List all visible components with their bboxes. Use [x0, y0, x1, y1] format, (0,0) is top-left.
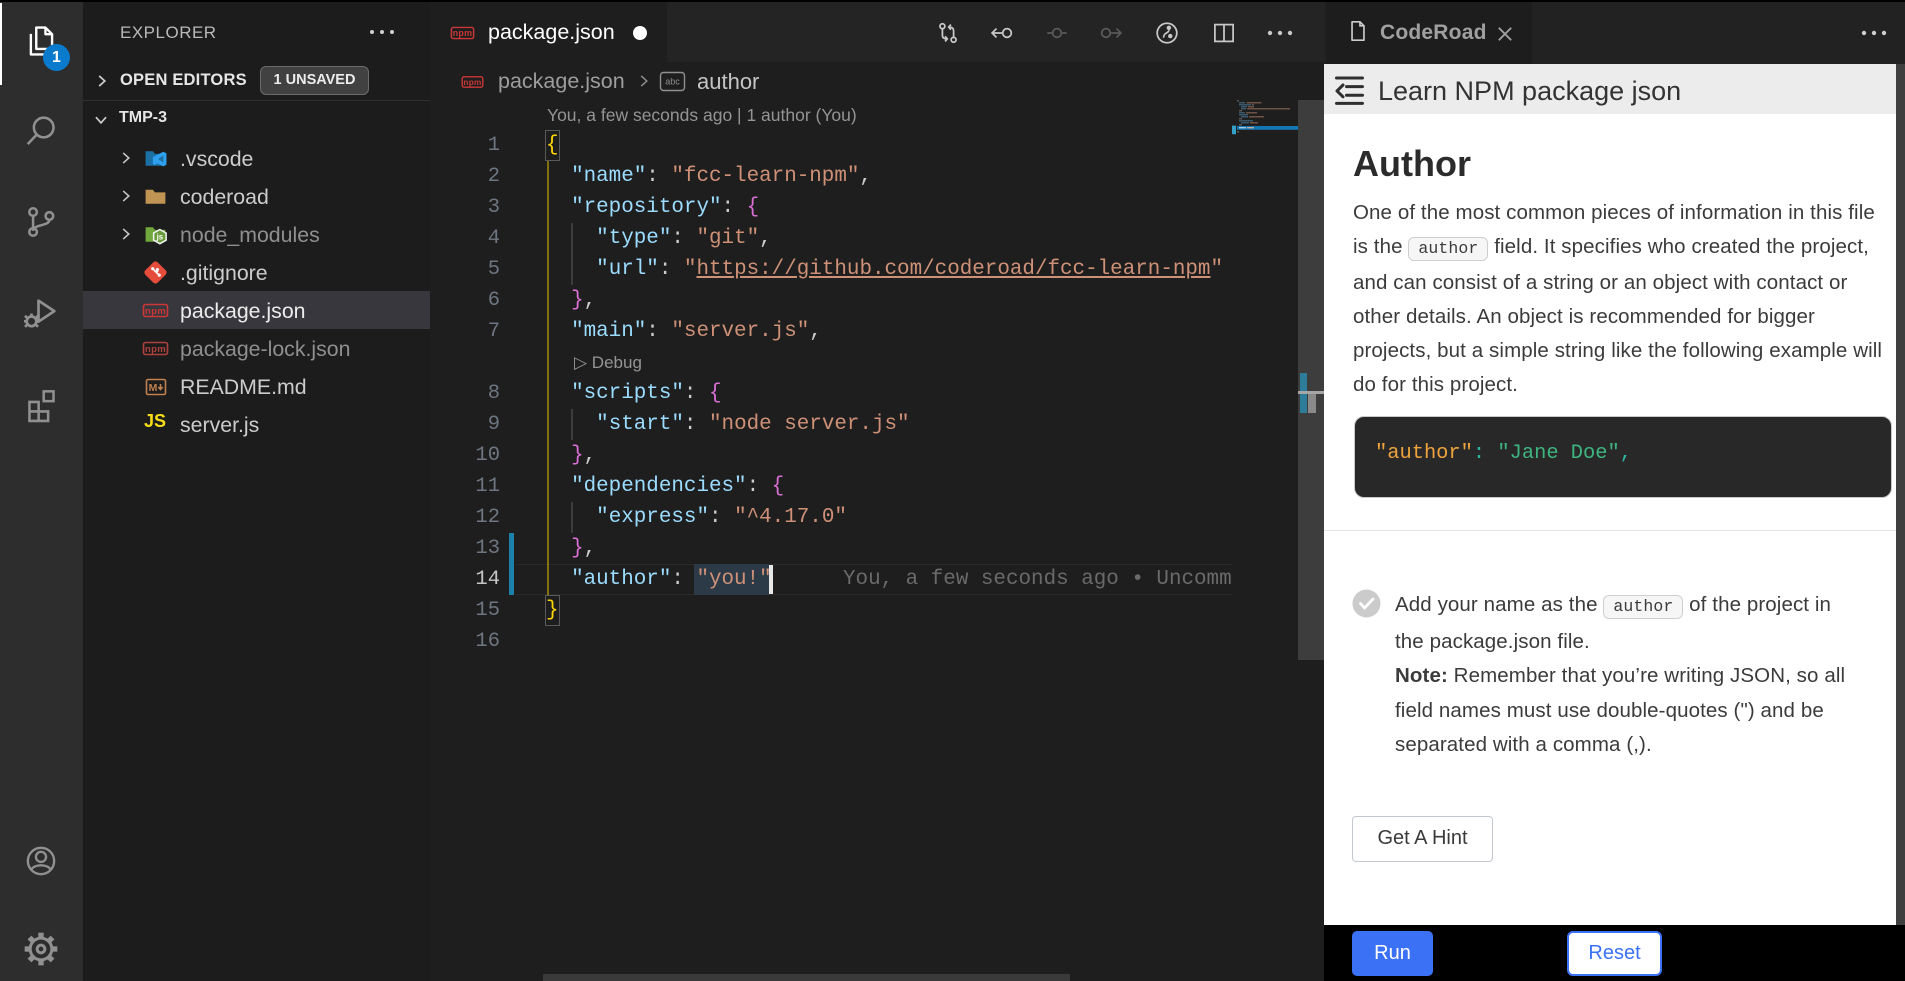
svg-text:js: js: [156, 233, 164, 242]
svg-text:M: M: [149, 382, 158, 394]
svg-text:npm: npm: [145, 344, 166, 355]
svg-text:npm: npm: [145, 306, 166, 317]
svg-text:npm: npm: [453, 28, 473, 38]
svg-text:abc: abc: [665, 77, 680, 87]
svg-text:npm: npm: [463, 78, 481, 87]
